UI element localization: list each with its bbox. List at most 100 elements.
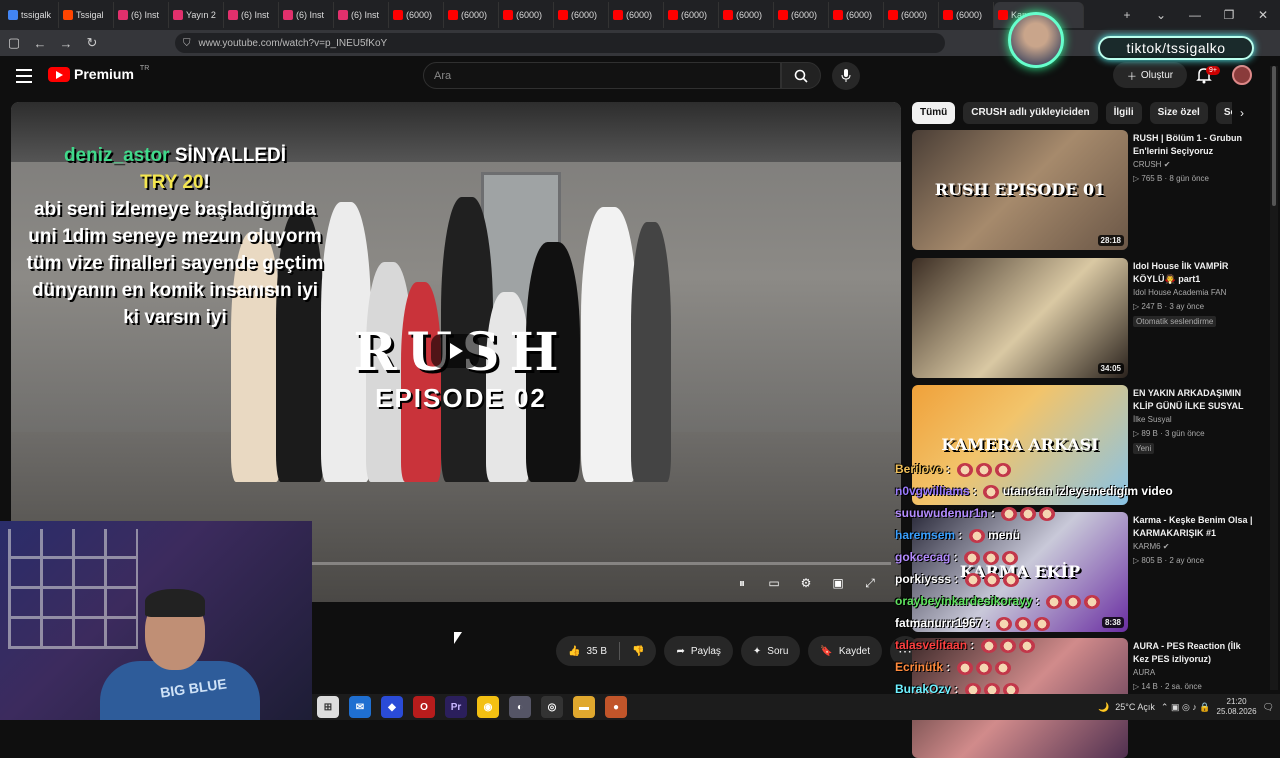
like-icon[interactable]: 👍 <box>568 646 580 657</box>
save-button[interactable]: 🔖 Kaydet <box>808 636 882 666</box>
browser-tab[interactable]: (6) Inst <box>224 2 279 28</box>
tab-favicon-icon <box>723 10 733 20</box>
tab-label: (6000) <box>901 10 928 20</box>
tab-label: (6000) <box>846 10 873 20</box>
obs-icon[interactable]: ◎ <box>541 696 563 718</box>
hamburger-menu-icon[interactable] <box>16 69 32 83</box>
chat-message: suuuwudenur1n : <box>895 502 1225 524</box>
sidebar-toggle-icon[interactable]: ▢ <box>2 31 26 55</box>
clock[interactable]: 21:20 25.08.2026 <box>1217 697 1257 717</box>
voice-search-button[interactable] <box>832 62 860 90</box>
browser-tab[interactable]: (6000) <box>609 2 664 28</box>
channel-name[interactable]: İlke Susyal <box>1133 415 1172 424</box>
settings-gear-icon[interactable]: ⚙ <box>795 572 817 594</box>
video-title[interactable]: Idol House İlk VAMPİR KÖYLÜ🧛 part1 <box>1133 260 1258 286</box>
video-thumbnail[interactable]: 34:05 <box>912 258 1128 378</box>
channel-name-text: İlke Susyal <box>1133 415 1172 424</box>
browser-tab[interactable]: (6000) <box>884 2 939 28</box>
create-button[interactable]: ＋ Oluştur <box>1113 62 1187 88</box>
browser-tab[interactable]: (6000) <box>719 2 774 28</box>
browser-tab[interactable]: (6000) <box>444 2 499 28</box>
tab-favicon-icon <box>833 10 843 20</box>
play-button[interactable] <box>431 334 479 368</box>
plus-icon: ＋ <box>1126 71 1137 83</box>
browser-tab[interactable]: (6000) <box>389 2 444 28</box>
file-explorer-icon[interactable]: ▬ <box>573 696 595 718</box>
like-count[interactable]: 35 B <box>586 646 607 657</box>
ask-button[interactable]: ✦ Soru <box>740 636 801 666</box>
video-thumbnail[interactable]: RUSH EPISODE 01 28:18 <box>912 130 1128 250</box>
close-button[interactable]: ✕ <box>1246 0 1280 30</box>
chat-emote-icon <box>999 638 1016 653</box>
dislike-icon[interactable]: 👎 <box>632 646 644 657</box>
new-tab-icon[interactable]: + <box>1110 0 1144 30</box>
notification-center-icon[interactable]: 🗨 <box>1263 702 1274 713</box>
filter-chip[interactable]: Size özel <box>1149 102 1208 124</box>
search-input[interactable]: Ara <box>423 62 781 89</box>
tab-favicon-icon <box>63 10 73 20</box>
tab-label: (6000) <box>406 10 433 20</box>
browser-tab[interactable]: (6000) <box>554 2 609 28</box>
windows-taskbar: ⊞ ✉ ◆ O Pr ◉ ◐ ◎ ▬ ● 🌙 25°C Açık ⌃ ▣ ◎ ♪… <box>312 694 1280 720</box>
filter-chip[interactable]: CRUSH adlı yükleyiciden <box>963 102 1098 124</box>
minimize-button[interactable]: — <box>1178 0 1212 30</box>
search-button[interactable] <box>781 62 821 89</box>
filter-chip[interactable]: Tümü <box>912 102 956 124</box>
forward-icon[interactable]: → <box>54 31 78 55</box>
browser-tab[interactable]: tssigalk <box>4 2 59 28</box>
video-title[interactable]: EN YAKIN ARKADAŞIMIN KLİP GÜNÜ İLKE SUSY… <box>1133 387 1258 413</box>
url-field[interactable]: ⛉ www.youtube.com/watch?v=p_INEU5fKoY <box>175 33 945 53</box>
browser-tab[interactable]: (6) Inst <box>279 2 334 28</box>
youtube-premium-logo[interactable]: Premium TR <box>48 65 149 82</box>
channel-name[interactable]: CRUSH ✔ <box>1133 160 1170 169</box>
tray-icons[interactable]: ⌃ ▣ ◎ ♪ 🔒 <box>1161 702 1211 713</box>
account-avatar[interactable] <box>1232 65 1252 85</box>
donation-user: deniz_astor <box>63 145 170 166</box>
share-label: Paylaş <box>690 645 721 657</box>
chat-emote-icon <box>956 660 973 675</box>
browser-tab[interactable]: (6) Inst <box>334 2 389 28</box>
video-title[interactable]: RUSH | Bölüm 1 - Grubun En'lerini Seçiyo… <box>1133 132 1258 158</box>
channel-name[interactable]: Idol House Academia FAN <box>1133 288 1226 297</box>
chat-emote-icon <box>1018 638 1035 653</box>
tab-list-chevron-icon[interactable]: ⌄ <box>1144 0 1178 30</box>
browser-tab[interactable]: (6000) <box>664 2 719 28</box>
opera-icon[interactable]: O <box>413 696 435 718</box>
bookshelf <box>8 529 138 649</box>
chips-next-chevron-icon[interactable]: › <box>1232 102 1252 124</box>
maximize-button[interactable]: ❐ <box>1212 0 1246 30</box>
mail-app-icon[interactable]: ✉ <box>349 696 371 718</box>
filter-chip[interactable]: İlgili <box>1105 102 1142 124</box>
site-info-icon[interactable]: ⛉ <box>183 38 191 49</box>
theater-mode-icon[interactable]: ▣ <box>827 572 849 594</box>
tab-label: (6000) <box>681 10 708 20</box>
firefox-icon[interactable]: ● <box>605 696 627 718</box>
subtitles-icon[interactable]: ▭ <box>763 572 785 594</box>
share-button[interactable]: ➦ Paylaş <box>664 636 733 666</box>
chat-message: haremsem : menü <box>895 528 1021 543</box>
fullscreen-icon[interactable]: ⤢ <box>859 572 881 594</box>
chat-message: n0vgwilliams : utanctan izleyemedigim vi… <box>895 484 1173 499</box>
recommended-video[interactable]: RUSH EPISODE 01 28:18 RUSH | Bölüm 1 - Gru… <box>912 130 1272 250</box>
chat-emote-icon <box>996 616 1013 631</box>
premiere-icon[interactable]: Pr <box>445 696 467 718</box>
start-icon[interactable]: ⊞ <box>317 696 339 718</box>
browser-tab[interactable]: (6000) <box>829 2 884 28</box>
browser-tab[interactable]: Yayın 2 <box>169 2 224 28</box>
browser-tab[interactable]: (6000) <box>499 2 554 28</box>
browser-tab[interactable]: (6000) <box>939 2 994 28</box>
browser-tab[interactable]: Tssigal <box>59 2 114 28</box>
dropbox-icon[interactable]: ◆ <box>381 696 403 718</box>
recommended-video[interactable]: 34:05 Idol House İlk VAMPİR KÖYLÜ🧛 part1 I… <box>912 258 1272 378</box>
reload-icon[interactable]: ↻ <box>80 31 104 55</box>
progress-bar[interactable] <box>311 562 891 565</box>
back-icon[interactable]: ← <box>28 31 52 55</box>
weather-text[interactable]: 25°C Açık <box>1115 702 1155 712</box>
browser-tab[interactable]: (6000) <box>774 2 829 28</box>
steam-icon[interactable]: ◐ <box>509 696 531 718</box>
chrome-icon[interactable]: ◉ <box>477 696 499 718</box>
chat-emote-icon <box>1046 594 1063 609</box>
page-scrollbar[interactable] <box>1270 66 1278 690</box>
pause-icon[interactable]: ⏸ <box>731 572 753 594</box>
browser-tab[interactable]: (6) Inst <box>114 2 169 28</box>
